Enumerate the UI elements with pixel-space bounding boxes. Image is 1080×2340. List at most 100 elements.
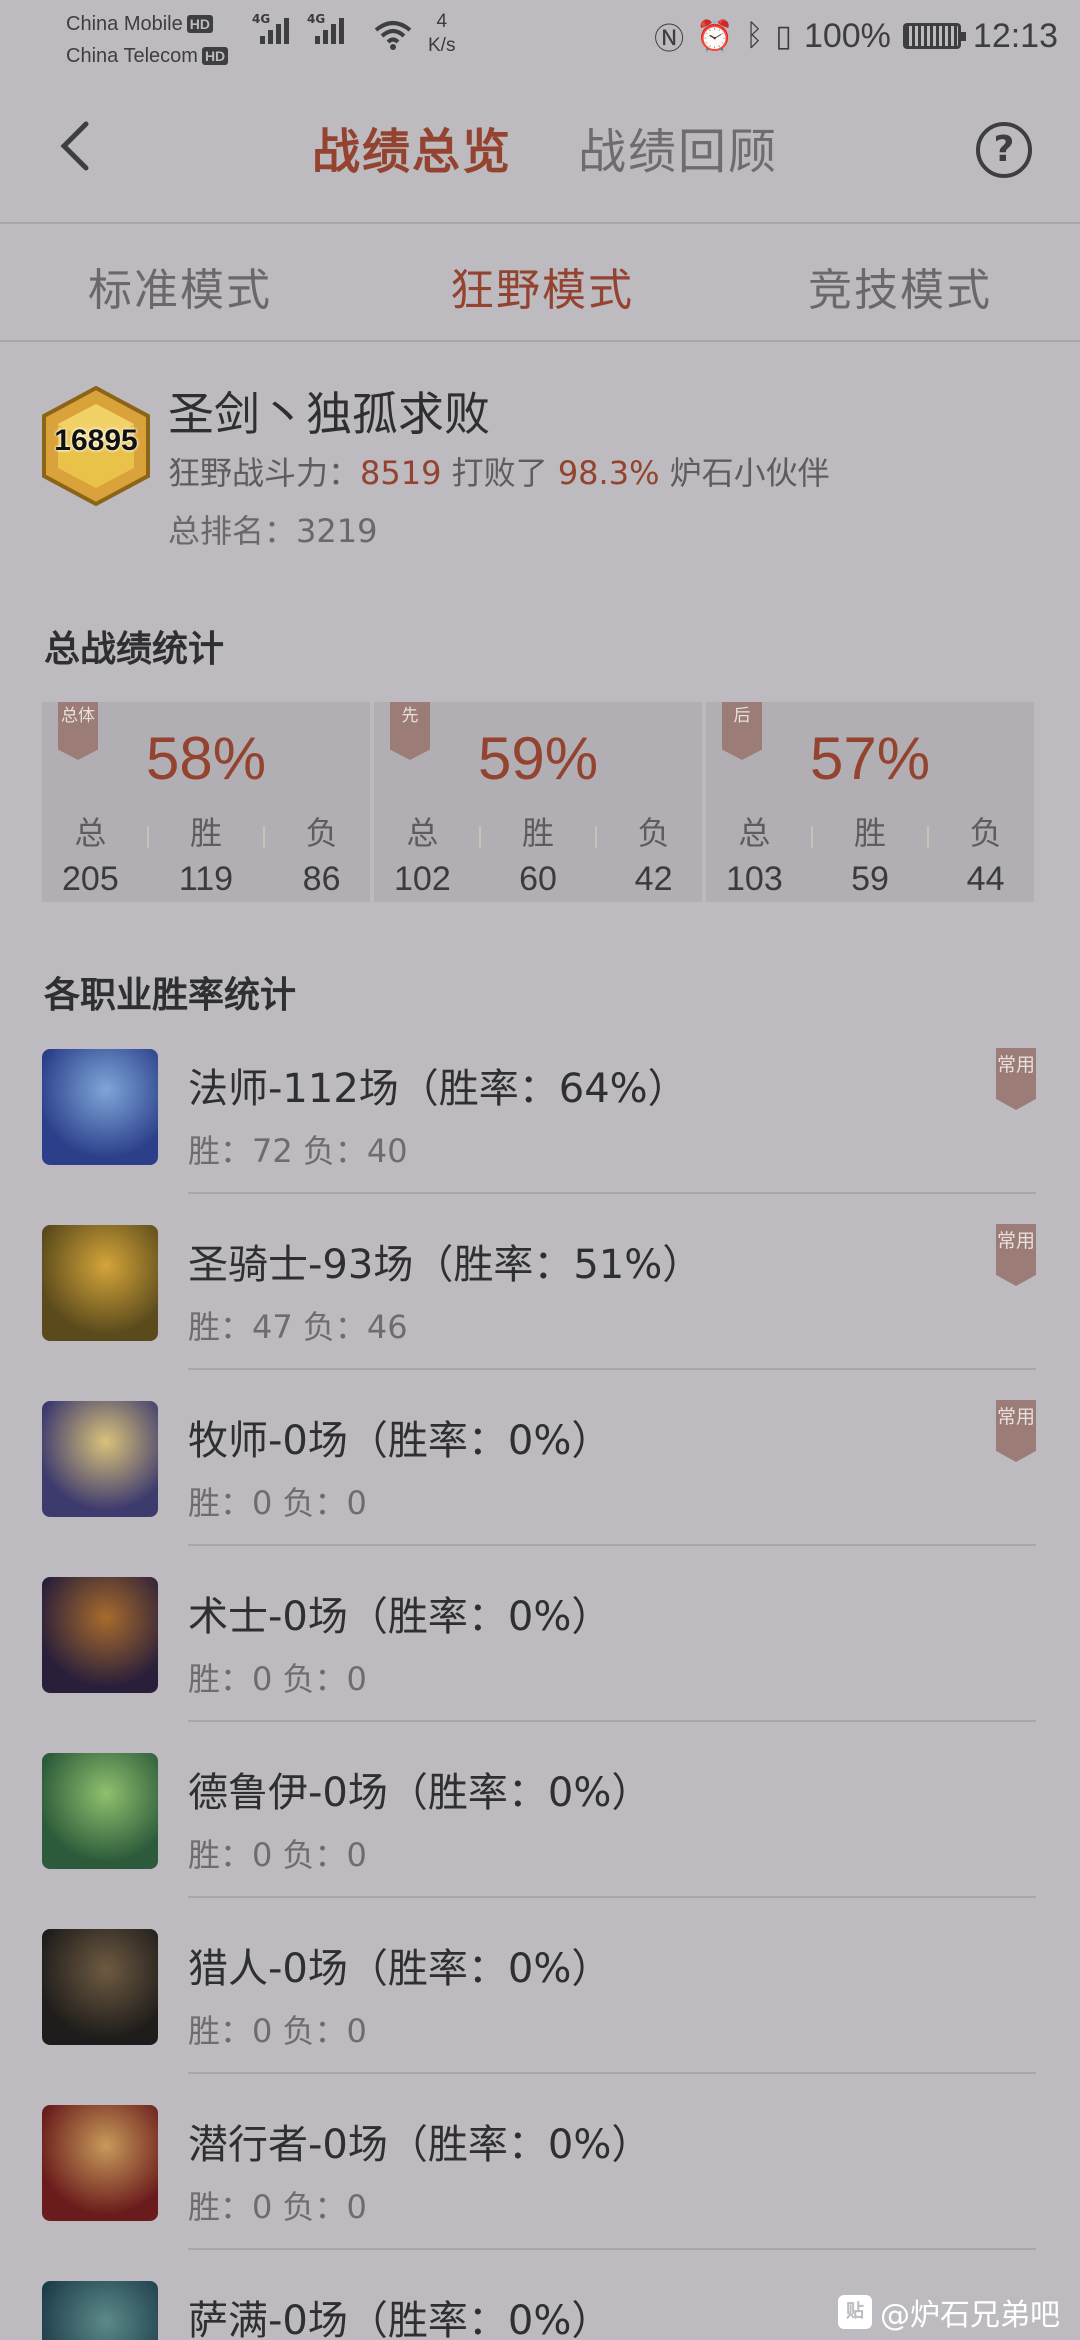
divider: [479, 826, 482, 848]
tieba-icon: 贴: [838, 2295, 872, 2329]
class-portrait-icon: [42, 2281, 158, 2340]
win-rate: 58%: [145, 725, 267, 792]
stat-value: 42: [634, 860, 673, 898]
class-list: 法师-112场（胜率：64%） 胜：72 负：40 常用 圣骑士-93场（胜率：51%…: [0, 1046, 1080, 2340]
class-title: 猎人-0场（胜率：0%）: [188, 1946, 612, 1992]
frequent-tag: 常用: [996, 1400, 1036, 1462]
stat-label: 胜: [853, 814, 886, 852]
rank-value: 3219: [296, 512, 378, 550]
alarm-icon: ⏰: [696, 19, 734, 53]
signal-icon: 4G: [307, 12, 344, 44]
class-win-loss: 胜：0 负：0: [188, 2012, 367, 2050]
carrier-info: China Mobile HD China Telecom HD: [66, 8, 229, 72]
stats-card-overall: 总体 58% 总 205 胜 119 负 86: [42, 702, 370, 902]
stat-label: 负: [305, 814, 338, 852]
tab-overview[interactable]: 战绩总览: [312, 112, 512, 182]
stat-value: 102: [394, 860, 451, 898]
overall-stats-title: 总战绩统计: [44, 629, 225, 670]
frequent-tag: 常用: [996, 1048, 1036, 1110]
stat-value: 86: [302, 860, 341, 898]
stats-card-first: 先 59% 总 102 胜 60 负 42: [374, 702, 702, 902]
class-win-loss: 胜：0 负：0: [188, 1660, 367, 1698]
divider: [594, 826, 597, 848]
power-value: 8519: [360, 454, 442, 492]
row-divider: [188, 1368, 1036, 1370]
help-icon[interactable]: ?: [976, 122, 1032, 178]
class-portrait-icon: [42, 1577, 158, 1693]
stat-value: 60: [519, 860, 557, 898]
stat-value: 44: [966, 860, 1005, 898]
tab-wild-mode[interactable]: 狂野模式: [450, 254, 634, 318]
divider: [147, 826, 150, 848]
class-portrait-icon: [42, 1401, 158, 1517]
stat-label: 负: [637, 814, 670, 852]
system-status: Ⓝ ⏰ ᛒ ▯ 100% 12:13: [654, 14, 1058, 58]
class-title: 圣骑士-93场（胜率：51%）: [188, 1242, 703, 1288]
class-portrait-icon: [42, 1225, 158, 1341]
win-rate: 59%: [477, 725, 599, 792]
tab-review[interactable]: 战绩回顾: [578, 112, 778, 182]
class-win-loss: 胜：47 负：46: [188, 1308, 408, 1346]
class-portrait-icon: [42, 1753, 158, 1869]
stat-label: 胜: [189, 814, 222, 852]
frequent-tag: 常用: [996, 1224, 1036, 1286]
stat-value: 103: [726, 860, 783, 898]
class-row[interactable]: 圣骑士-93场（胜率：51%） 胜：47 负：46 常用: [0, 1222, 1080, 1398]
power-line: 狂野战斗力：8519 打败了 98.3% 炉石小伙伴: [168, 454, 830, 492]
vibrate-icon: ▯: [775, 19, 792, 53]
player-profile: 16895 圣剑丶独孤求败 狂野战斗力：8519 打败了 98.3% 炉石小伙伴…: [0, 342, 1080, 572]
row-divider: [188, 1720, 1036, 1722]
class-title: 潜行者-0场（胜率：0%）: [188, 2122, 652, 2168]
mode-tabs: 标准模式 狂野模式 竞技模式: [0, 226, 1080, 342]
clock: 12:13: [972, 16, 1058, 55]
divider: [811, 826, 814, 848]
class-portrait-icon: [42, 2105, 158, 2221]
tab-standard-mode[interactable]: 标准模式: [88, 254, 272, 318]
overall-stats-cards: 总体 58% 总 205 胜 119 负 86 先 59% 总 102 胜 60 负 42 …: [42, 702, 1034, 902]
class-title: 牧师-0场（胜率：0%）: [188, 1418, 612, 1464]
bluetooth-icon: ᛒ: [745, 19, 764, 52]
battery-percent: 100%: [803, 16, 891, 55]
row-divider: [188, 2248, 1036, 2250]
class-win-loss: 胜：0 负：0: [188, 1484, 367, 1522]
class-row[interactable]: 术士-0场（胜率：0%） 胜：0 负：0: [0, 1574, 1080, 1750]
stat-value: 59: [851, 860, 889, 898]
stat-label: 总: [738, 814, 771, 852]
back-arrow-icon[interactable]: [52, 118, 102, 174]
watermark: 贴 @炉石兄弟吧: [838, 2290, 1060, 2334]
class-win-loss: 胜：72 负：40: [188, 1132, 408, 1170]
class-row[interactable]: 潜行者-0场（胜率：0%） 胜：0 负：0: [0, 2102, 1080, 2278]
row-divider: [188, 1896, 1036, 1898]
network-speed: 4 K/s: [428, 11, 456, 56]
network-type-1: 4G: [252, 12, 271, 26]
total-rank: 总排名：3219: [168, 512, 378, 550]
stats-card-second: 后 57% 总 103 胜 59 负 44: [706, 702, 1034, 902]
carrier-2: China Telecom: [66, 45, 198, 67]
rank-number: 16895: [54, 424, 138, 457]
class-row[interactable]: 德鲁伊-0场（胜率：0%） 胜：0 负：0: [0, 1750, 1080, 1926]
stat-label: 总: [74, 814, 107, 852]
hd-badge: HD: [186, 15, 213, 33]
class-row[interactable]: 法师-112场（胜率：64%） 胜：72 负：40 常用: [0, 1046, 1080, 1222]
nfc-icon: Ⓝ: [654, 23, 685, 56]
status-bar: China Mobile HD China Telecom HD 4G 4G 4 K…: [0, 0, 1080, 72]
stat-label: 总: [406, 814, 439, 852]
stat-value: 119: [178, 860, 234, 898]
stat-label: 胜: [521, 814, 554, 852]
stat-label: 负: [969, 814, 1002, 852]
network-type-2: 4G: [307, 12, 326, 26]
class-title: 术士-0场（胜率：0%）: [188, 1594, 612, 1640]
wifi-icon: [374, 21, 412, 50]
class-portrait-icon: [42, 1929, 158, 2045]
tab-arena-mode[interactable]: 竞技模式: [808, 254, 992, 318]
class-row[interactable]: 牧师-0场（胜率：0%） 胜：0 负：0 常用: [0, 1398, 1080, 1574]
class-row[interactable]: 猎人-0场（胜率：0%） 胜：0 负：0: [0, 1926, 1080, 2102]
beat-percent: 98.3%: [557, 454, 660, 492]
class-title: 萨满-0场（胜率：0%）: [188, 2298, 612, 2340]
hd-badge: HD: [201, 47, 229, 65]
battery-icon: [902, 23, 966, 49]
player-name: 圣剑丶独孤求败: [168, 387, 490, 441]
class-win-loss: 胜：0 负：0: [188, 1836, 367, 1874]
app-header: 战绩总览 战绩回顾 ?: [0, 72, 1080, 224]
signal-strength: 4G 4G: [252, 12, 344, 44]
